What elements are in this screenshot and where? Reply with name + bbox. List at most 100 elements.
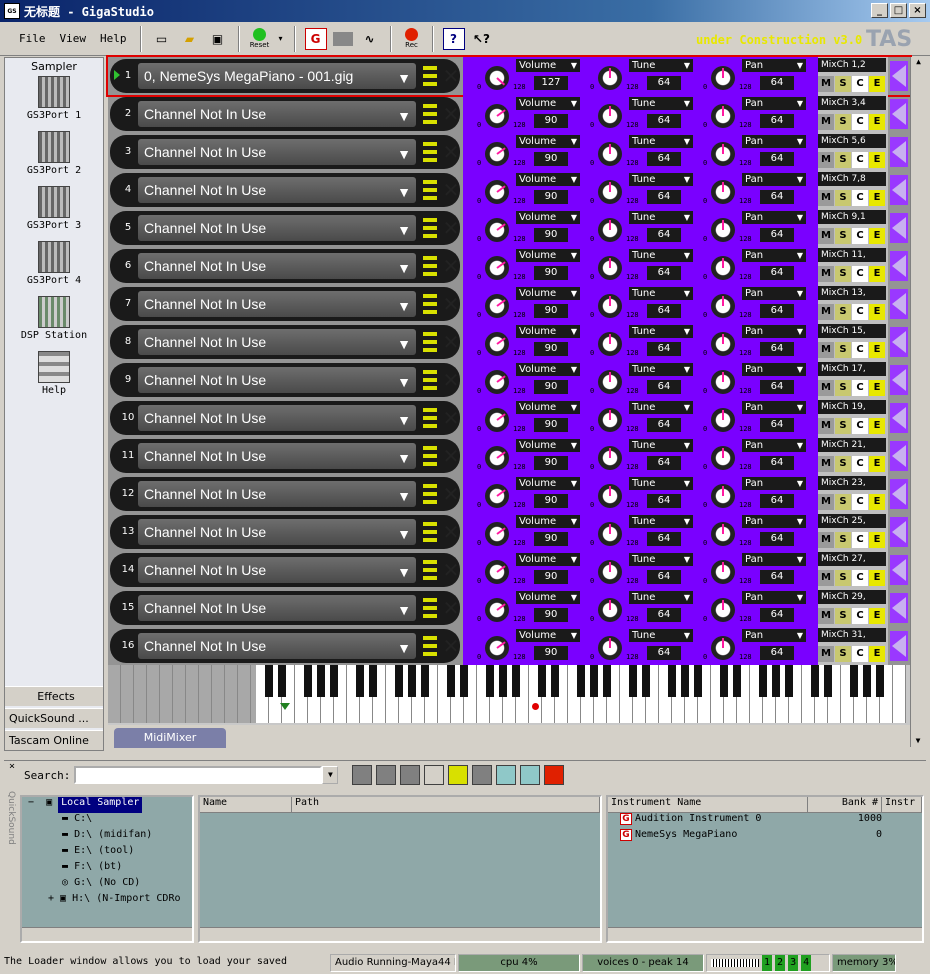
mix-channel-dropdown[interactable]: MixCh 7,8 bbox=[818, 172, 886, 186]
c-button[interactable]: C bbox=[852, 190, 868, 206]
pan-knob[interactable] bbox=[711, 218, 735, 242]
pan-value[interactable]: 64 bbox=[760, 570, 794, 584]
tune-value[interactable]: 64 bbox=[647, 114, 681, 128]
unload-x-icon[interactable]: ✕ bbox=[442, 521, 460, 543]
black-key[interactable] bbox=[668, 665, 676, 697]
wave-icon[interactable]: ∿ bbox=[359, 28, 381, 50]
black-key[interactable] bbox=[850, 665, 858, 697]
unload-x-icon[interactable]: ✕ bbox=[442, 407, 460, 429]
edit-button[interactable]: E bbox=[869, 114, 885, 130]
tree-item-drive[interactable]: ▬ E:\ (tool) bbox=[22, 845, 192, 861]
black-key[interactable] bbox=[460, 665, 468, 697]
tune-dropdown[interactable]: Tune ▼ bbox=[629, 553, 693, 566]
tune-knob[interactable] bbox=[598, 142, 622, 166]
stop-icon[interactable] bbox=[472, 765, 493, 785]
volume-knob[interactable] bbox=[485, 636, 509, 660]
pan-dropdown[interactable]: Pan ▼ bbox=[742, 173, 806, 186]
volume-knob[interactable] bbox=[485, 522, 509, 546]
expand-triangle-icon[interactable] bbox=[890, 175, 908, 205]
tune-knob[interactable] bbox=[598, 484, 622, 508]
pan-knob[interactable] bbox=[711, 408, 735, 432]
black-key[interactable] bbox=[538, 665, 546, 697]
rec-button[interactable]: Rec bbox=[401, 25, 423, 53]
tune-knob[interactable] bbox=[598, 636, 622, 660]
search-option-icon[interactable] bbox=[352, 765, 373, 785]
expand-triangle-icon[interactable] bbox=[890, 403, 908, 433]
black-key[interactable] bbox=[603, 665, 611, 697]
edit-button[interactable]: E bbox=[869, 228, 885, 244]
pan-knob[interactable] bbox=[711, 484, 735, 508]
tune-knob[interactable] bbox=[598, 104, 622, 128]
tune-value[interactable]: 64 bbox=[647, 266, 681, 280]
black-key[interactable] bbox=[330, 665, 338, 697]
pan-knob[interactable] bbox=[711, 332, 735, 356]
unload-x-icon[interactable]: ✕ bbox=[442, 255, 460, 277]
volume-dropdown[interactable]: Volume ▼ bbox=[516, 135, 580, 148]
instrument-selector[interactable]: Channel Not In Use ▼ bbox=[138, 557, 416, 583]
channel-list-icon[interactable] bbox=[423, 256, 437, 276]
volume-dropdown[interactable]: Volume ▼ bbox=[516, 59, 580, 72]
sidebar-item-gs3port-1[interactable]: GS3Port 1 bbox=[5, 76, 103, 131]
volume-value[interactable]: 90 bbox=[534, 532, 568, 546]
pan-value[interactable]: 64 bbox=[760, 76, 794, 90]
solo-button[interactable]: S bbox=[835, 342, 851, 358]
edit-button[interactable]: E bbox=[869, 380, 885, 396]
mute-button[interactable]: M bbox=[818, 646, 834, 662]
black-key[interactable] bbox=[421, 665, 429, 697]
file-hscroll[interactable] bbox=[200, 927, 600, 941]
tune-dropdown[interactable]: Tune ▼ bbox=[629, 439, 693, 452]
channel-list-icon[interactable] bbox=[423, 66, 437, 86]
solo-button[interactable]: S bbox=[835, 456, 851, 472]
mixer-icon[interactable] bbox=[332, 31, 353, 46]
solo-button[interactable]: S bbox=[835, 228, 851, 244]
unload-x-icon[interactable]: ✕ bbox=[442, 635, 460, 657]
volume-dropdown[interactable]: Volume ▼ bbox=[516, 553, 580, 566]
new-document-icon[interactable]: ▭ bbox=[151, 28, 173, 50]
instrument-selector[interactable]: Channel Not In Use ▼ bbox=[138, 253, 416, 279]
channel-list-icon[interactable] bbox=[423, 142, 437, 162]
instrument-selector[interactable]: 0, NemeSys MegaPiano - 001.gig ▼ bbox=[138, 63, 416, 89]
black-key[interactable] bbox=[278, 665, 286, 697]
volume-value[interactable]: 90 bbox=[534, 190, 568, 204]
scroll-up-icon[interactable]: ▲ bbox=[911, 57, 926, 71]
tune-dropdown[interactable]: Tune ▼ bbox=[629, 211, 693, 224]
tune-value[interactable]: 64 bbox=[647, 304, 681, 318]
mix-channel-dropdown[interactable]: MixCh 9,1 bbox=[818, 210, 886, 224]
mix-channel-dropdown[interactable]: MixCh 5,6 bbox=[818, 134, 886, 148]
mute-button[interactable]: M bbox=[818, 190, 834, 206]
channel-list-icon[interactable] bbox=[423, 104, 437, 124]
pan-dropdown[interactable]: Pan ▼ bbox=[742, 135, 806, 148]
mute-button[interactable]: M bbox=[818, 342, 834, 358]
column-instrument-name[interactable]: Instrument Name bbox=[608, 797, 808, 812]
unload-x-icon[interactable]: ✕ bbox=[442, 103, 460, 125]
pan-dropdown[interactable]: Pan ▼ bbox=[742, 515, 806, 528]
black-key[interactable] bbox=[304, 665, 312, 697]
mix-channel-dropdown[interactable]: MixCh 17, bbox=[818, 362, 886, 376]
volume-knob[interactable] bbox=[485, 332, 509, 356]
instrument-selector[interactable]: Channel Not In Use ▼ bbox=[138, 519, 416, 545]
black-key[interactable] bbox=[369, 665, 377, 697]
black-key[interactable] bbox=[785, 665, 793, 697]
tune-value[interactable]: 64 bbox=[647, 570, 681, 584]
channel-list-icon[interactable] bbox=[423, 332, 437, 352]
expand-triangle-icon[interactable] bbox=[890, 479, 908, 509]
tune-knob[interactable] bbox=[598, 180, 622, 204]
instrument-hscroll[interactable] bbox=[608, 927, 922, 941]
solo-button[interactable]: S bbox=[835, 608, 851, 624]
tune-knob[interactable] bbox=[598, 446, 622, 470]
mute-button[interactable]: M bbox=[818, 380, 834, 396]
edit-button[interactable]: E bbox=[869, 266, 885, 282]
sidebar-item-help[interactable]: Help bbox=[5, 351, 103, 406]
solo-button[interactable]: S bbox=[835, 76, 851, 92]
pan-knob[interactable] bbox=[711, 294, 735, 318]
instrument-selector[interactable]: Channel Not In Use ▼ bbox=[138, 139, 416, 165]
pan-value[interactable]: 64 bbox=[760, 190, 794, 204]
mute-button[interactable]: M bbox=[818, 608, 834, 624]
mix-channel-dropdown[interactable]: MixCh 21, bbox=[818, 438, 886, 452]
pan-knob[interactable] bbox=[711, 370, 735, 394]
volume-dropdown[interactable]: Volume ▼ bbox=[516, 287, 580, 300]
black-key[interactable] bbox=[694, 665, 702, 697]
volume-knob[interactable] bbox=[485, 446, 509, 470]
tune-dropdown[interactable]: Tune ▼ bbox=[629, 629, 693, 642]
scroll-down-icon[interactable]: ▼ bbox=[911, 736, 925, 745]
